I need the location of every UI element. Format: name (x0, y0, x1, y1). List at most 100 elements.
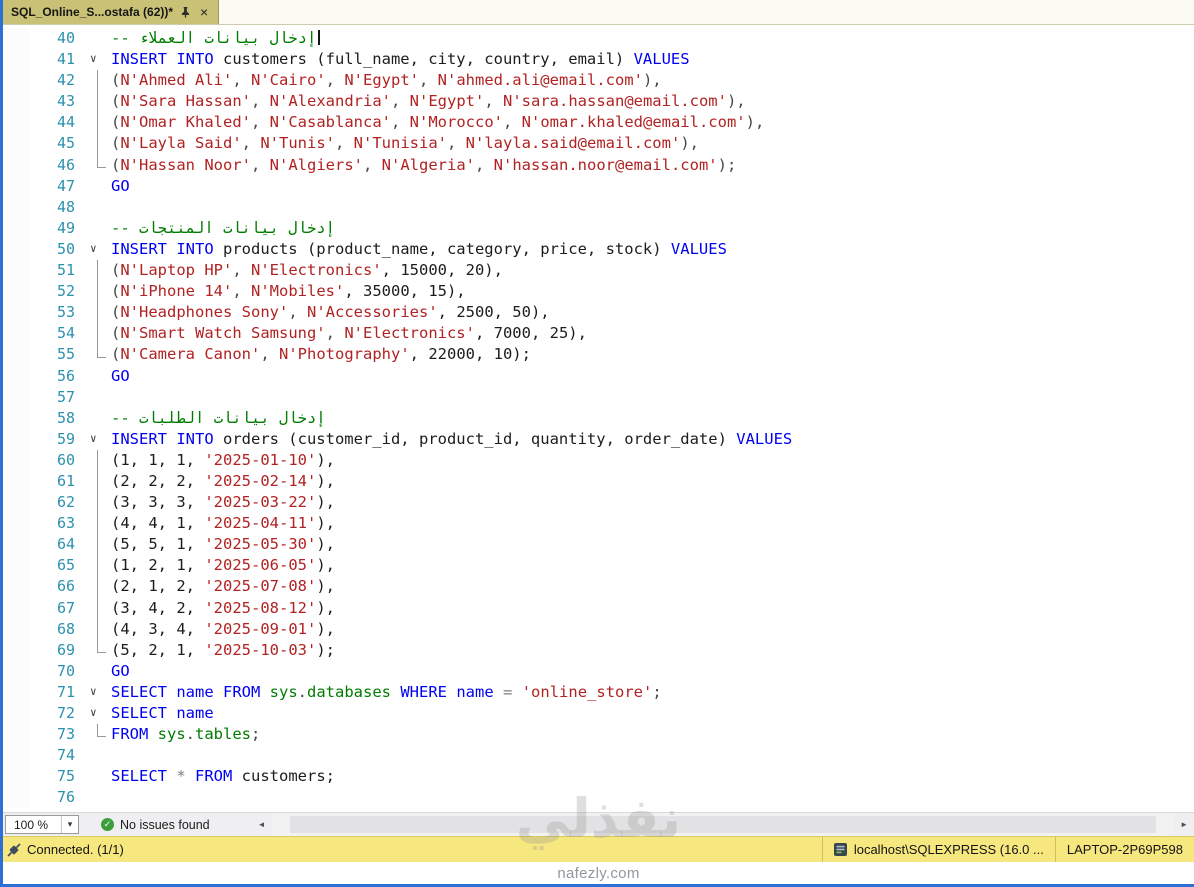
code-line[interactable]: 57 (3, 386, 1194, 408)
fold-gutter (85, 112, 111, 134)
code-line[interactable]: 44 (N'Omar Khaled', N'Casablanca', N'Moro… (3, 112, 1194, 134)
code-line[interactable]: 53 (N'Headphones Sony', N'Accessories', 2… (3, 302, 1194, 324)
code-line[interactable]: 73 FROM sys.tables; (3, 724, 1194, 746)
code-text[interactable]: (N'Ahmed Ali', N'Cairo', N'Egypt', N'ahm… (111, 70, 1194, 91)
code-text[interactable] (111, 787, 1194, 808)
code-text[interactable]: -- إدخال بيانات المنتجات (111, 218, 1194, 239)
code-line[interactable]: 69 (5, 2, 1, '2025-10-03'); (3, 639, 1194, 661)
code-text[interactable]: (N'Camera Canon', N'Photography', 22000,… (111, 344, 1194, 365)
code-text[interactable] (111, 387, 1194, 408)
code-text[interactable] (111, 745, 1194, 766)
code-line[interactable]: 59 ∨ INSERT INTO orders (customer_id, prod… (3, 428, 1194, 450)
code-line[interactable]: 64 (5, 5, 1, '2025-05-30'), (3, 534, 1194, 556)
code-text[interactable]: (3, 4, 2, '2025-08-12'), (111, 598, 1194, 619)
code-line[interactable]: 51 (N'Laptop HP', N'Electronics', 15000, … (3, 260, 1194, 282)
code-line[interactable]: 60 (1, 1, 1, '2025-01-10'), (3, 449, 1194, 471)
code-line[interactable]: 65 (1, 2, 1, '2025-06-05'), (3, 555, 1194, 577)
code-line[interactable]: 63 (4, 4, 1, '2025-04-11'), (3, 513, 1194, 535)
code-line[interactable]: 66 (2, 1, 2, '2025-07-08'), (3, 576, 1194, 598)
code-line[interactable]: 58 -- إدخال بيانات الطلبات (3, 407, 1194, 429)
code-line[interactable]: 48 (3, 196, 1194, 218)
fold-arrow-icon[interactable]: ∨ (90, 238, 97, 259)
code-line[interactable]: 61 (2, 2, 2, '2025-02-14'), (3, 470, 1194, 493)
check-circle-icon: ✓ (101, 818, 114, 831)
code-text[interactable]: (5, 2, 1, '2025-10-03'); (111, 640, 1194, 661)
code-text[interactable]: (N'Layla Said', N'Tunis', N'Tunisia', N'… (111, 133, 1194, 154)
fold-gutter (85, 133, 111, 155)
code-line[interactable]: 56 GO (3, 365, 1194, 387)
code-text[interactable]: -- إدخال بيانات الطلبات (111, 408, 1194, 429)
host-segment[interactable]: LAPTOP-2P69P598 (1054, 837, 1194, 862)
scroll-left-icon[interactable]: ◄ (252, 820, 272, 829)
code-text[interactable]: (1, 2, 1, '2025-06-05'), (111, 555, 1194, 576)
code-text[interactable]: (N'Hassan Noor', N'Algiers', N'Algeria',… (111, 155, 1194, 176)
code-text[interactable]: (5, 5, 1, '2025-05-30'), (111, 534, 1194, 555)
fold-arrow-icon[interactable]: ∨ (90, 428, 97, 449)
scroll-right-icon[interactable]: ► (1174, 820, 1194, 829)
code-text[interactable]: (N'Headphones Sony', N'Accessories', 250… (111, 302, 1194, 323)
code-text[interactable]: SELECT name (111, 703, 1194, 724)
code-line[interactable]: 45 (N'Layla Said', N'Tunis', N'Tunisia', … (3, 133, 1194, 155)
query-tab[interactable]: SQL_Online_S...ostafa (62))* × (3, 0, 220, 24)
code-text[interactable] (111, 197, 1194, 218)
code-text[interactable]: (4, 4, 1, '2025-04-11'), (111, 513, 1194, 534)
code-text[interactable]: (4, 3, 4, '2025-09-01'), (111, 619, 1194, 640)
fold-arrow-icon[interactable]: ∨ (90, 48, 97, 69)
code-text[interactable]: FROM sys.tables; (111, 724, 1194, 745)
code-line[interactable]: 47 GO (3, 175, 1194, 197)
code-text[interactable]: (N'Laptop HP', N'Electronics', 15000, 20… (111, 260, 1194, 281)
code-line[interactable]: 70 GO (3, 660, 1194, 682)
code-text[interactable]: (N'Smart Watch Samsung', N'Electronics',… (111, 323, 1194, 344)
code-text[interactable]: (1, 1, 1, '2025-01-10'), (111, 450, 1194, 471)
code-text[interactable]: GO (111, 176, 1194, 197)
close-icon[interactable]: × (198, 5, 210, 19)
line-number: 70 (56, 661, 75, 680)
line-number: 60 (56, 450, 75, 469)
code-line[interactable]: 46 (N'Hassan Noor', N'Algiers', N'Algeria… (3, 154, 1194, 176)
code-text[interactable]: GO (111, 366, 1194, 387)
code-line[interactable]: 68 (4, 3, 4, '2025-09-01'), (3, 618, 1194, 640)
sql-editor[interactable]: 40 -- إدخال بيانات العملاء 41 ∨ INSERT INTO … (3, 25, 1194, 812)
code-line[interactable]: 40 -- إدخال بيانات العملاء (3, 28, 1194, 50)
code-text[interactable]: INSERT INTO customers (full_name, city, … (111, 49, 1194, 70)
footer: nafezly.com (3, 862, 1194, 884)
code-line[interactable]: 74 (3, 745, 1194, 767)
code-text[interactable]: (2, 1, 2, '2025-07-08'), (111, 576, 1194, 597)
horizontal-scrollbar[interactable]: ◄ ► (252, 813, 1194, 836)
scrollbar-thumb[interactable] (289, 816, 1157, 833)
code-line[interactable]: 62 (3, 3, 3, '2025-03-22'), (3, 492, 1194, 514)
fold-arrow-icon[interactable]: ∨ (90, 681, 97, 702)
code-text[interactable]: INSERT INTO orders (customer_id, product… (111, 429, 1194, 450)
line-number: 53 (56, 303, 75, 322)
code-text[interactable]: (2, 2, 2, '2025-02-14'), (111, 471, 1194, 492)
code-line[interactable]: 71 ∨ SELECT name FROM sys.databases WHERE … (3, 681, 1194, 703)
code-line[interactable]: 43 (N'Sara Hassan', N'Alexandria', N'Egyp… (3, 91, 1194, 113)
code-line[interactable]: 55 (N'Camera Canon', N'Photography', 2200… (3, 344, 1194, 366)
code-line[interactable]: 67 (3, 4, 2, '2025-08-12'), (3, 597, 1194, 619)
code-text[interactable]: (N'Omar Khaled', N'Casablanca', N'Morocc… (111, 112, 1194, 133)
code-text[interactable]: -- إدخال بيانات العملاء (111, 28, 1194, 49)
fold-arrow-icon[interactable]: ∨ (90, 702, 97, 723)
scrollbar-track[interactable] (271, 813, 1175, 836)
code-text[interactable]: (N'Sara Hassan', N'Alexandria', N'Egypt'… (111, 91, 1194, 112)
code-line[interactable]: 50 ∨ INSERT INTO products (product_name, c… (3, 238, 1194, 261)
server-segment[interactable]: localhost\SQLEXPRESS (16.0 ... (821, 837, 1055, 862)
code-text[interactable]: (N'iPhone 14', N'Mobiles', 35000, 15), (111, 281, 1194, 302)
chevron-down-icon[interactable]: ▾ (61, 816, 78, 833)
code-line[interactable]: 76 (3, 787, 1194, 809)
code-line[interactable]: 49 -- إدخال بيانات المنتجات (3, 217, 1194, 239)
code-line[interactable]: 52 (N'iPhone 14', N'Mobiles', 35000, 15), (3, 281, 1194, 303)
code-line[interactable]: 75 SELECT * FROM customers; (3, 766, 1194, 788)
code-text[interactable]: (3, 3, 3, '2025-03-22'), (111, 492, 1194, 513)
code-line[interactable]: 54 (N'Smart Watch Samsung', N'Electronics… (3, 323, 1194, 345)
code-line[interactable]: 41 ∨ INSERT INTO customers (full_name, cit… (3, 48, 1194, 71)
pin-icon[interactable] (180, 6, 191, 18)
code-line[interactable]: 72 ∨ SELECT name (3, 702, 1194, 725)
code-text[interactable]: GO (111, 661, 1194, 682)
code-text[interactable]: SELECT * FROM customers; (111, 766, 1194, 787)
code-line[interactable]: 42 (N'Ahmed Ali', N'Cairo', N'Egypt', N'a… (3, 70, 1194, 92)
code-lines: 40 -- إدخال بيانات العملاء 41 ∨ INSERT INTO … (3, 28, 1194, 809)
code-text[interactable]: SELECT name FROM sys.databases WHERE nam… (111, 682, 1194, 703)
zoom-dropdown[interactable]: 100 % ▾ (5, 815, 79, 834)
code-text[interactable]: INSERT INTO products (product_name, cate… (111, 239, 1194, 260)
